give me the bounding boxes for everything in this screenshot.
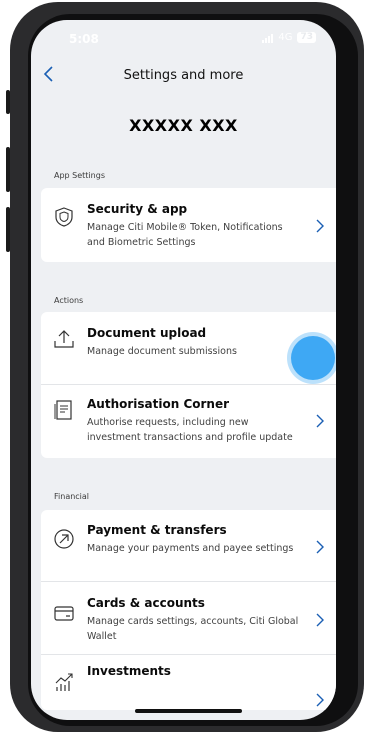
payment-transfers-title: Payment & transfers xyxy=(87,523,227,537)
app-screen: 5:08 4G 73 Settings and more XXXXX XXX A… xyxy=(31,20,336,720)
cards-accounts-title: Cards & accounts xyxy=(87,596,205,610)
document-icon xyxy=(54,400,72,420)
investments-chart-icon xyxy=(55,673,73,691)
document-upload-description: Manage document submissions xyxy=(87,346,237,357)
section-label-financial: Financial xyxy=(54,492,90,501)
status-time: 5:08 xyxy=(69,32,99,46)
volume-down-button xyxy=(6,207,10,252)
chevron-right-icon xyxy=(316,219,324,233)
network-label: 4G xyxy=(278,32,293,43)
mute-switch xyxy=(6,90,10,114)
list-item-cards-accounts[interactable]: Cards & accounts Manage cards settings, … xyxy=(41,582,336,654)
chevron-right-icon xyxy=(316,414,324,428)
card-icon xyxy=(54,606,74,621)
shield-icon xyxy=(55,207,73,227)
status-bar: 5:08 4G 73 xyxy=(31,32,336,48)
list-item-security-app[interactable]: Security & app Manage Citi Mobile® Token… xyxy=(41,188,336,262)
authorisation-corner-title: Authorisation Corner xyxy=(87,397,230,411)
app-settings-card: Security & app Manage Citi Mobile® Token… xyxy=(41,188,336,262)
actions-card: Document upload Manage document submissi… xyxy=(41,312,336,458)
upload-icon xyxy=(54,330,74,348)
home-indicator[interactable] xyxy=(135,709,242,713)
cards-accounts-description: Manage cards settings, accounts, Citi Gl… xyxy=(87,616,299,642)
list-item-authorisation-corner[interactable]: Authorisation Corner Authorise requests,… xyxy=(41,385,336,458)
page-title: Settings and more xyxy=(123,68,244,83)
battery-icon: 73 xyxy=(297,32,316,43)
chevron-right-icon xyxy=(316,613,324,627)
volume-up-button xyxy=(6,147,10,192)
security-app-description: Manage Citi Mobile® Token, Notifications… xyxy=(87,222,283,248)
list-item-investments[interactable]: Investments xyxy=(41,655,336,710)
authorisation-corner-description: Authorise requests, including new invest… xyxy=(87,417,293,443)
payment-arrow-icon xyxy=(54,529,74,549)
user-name: XXXXX XXX xyxy=(129,116,238,135)
touch-indicator xyxy=(291,336,335,380)
document-upload-title: Document upload xyxy=(87,326,207,340)
list-item-document-upload[interactable]: Document upload Manage document submissi… xyxy=(41,312,336,384)
payment-transfers-description: Manage your payments and payee settings xyxy=(87,543,294,554)
section-label-actions: Actions xyxy=(54,296,84,305)
security-app-title: Security & app xyxy=(87,202,188,216)
status-indicators: 4G 73 xyxy=(262,32,316,43)
financial-card: Payment & transfers Manage your payments… xyxy=(41,510,336,710)
list-item-payment-transfers[interactable]: Payment & transfers Manage your payments… xyxy=(41,510,336,581)
investments-title: Investments xyxy=(87,664,171,678)
chevron-right-icon xyxy=(316,693,324,707)
signal-icon xyxy=(262,33,274,43)
section-label-app-settings: App Settings xyxy=(54,171,105,180)
chevron-right-icon xyxy=(316,540,324,554)
